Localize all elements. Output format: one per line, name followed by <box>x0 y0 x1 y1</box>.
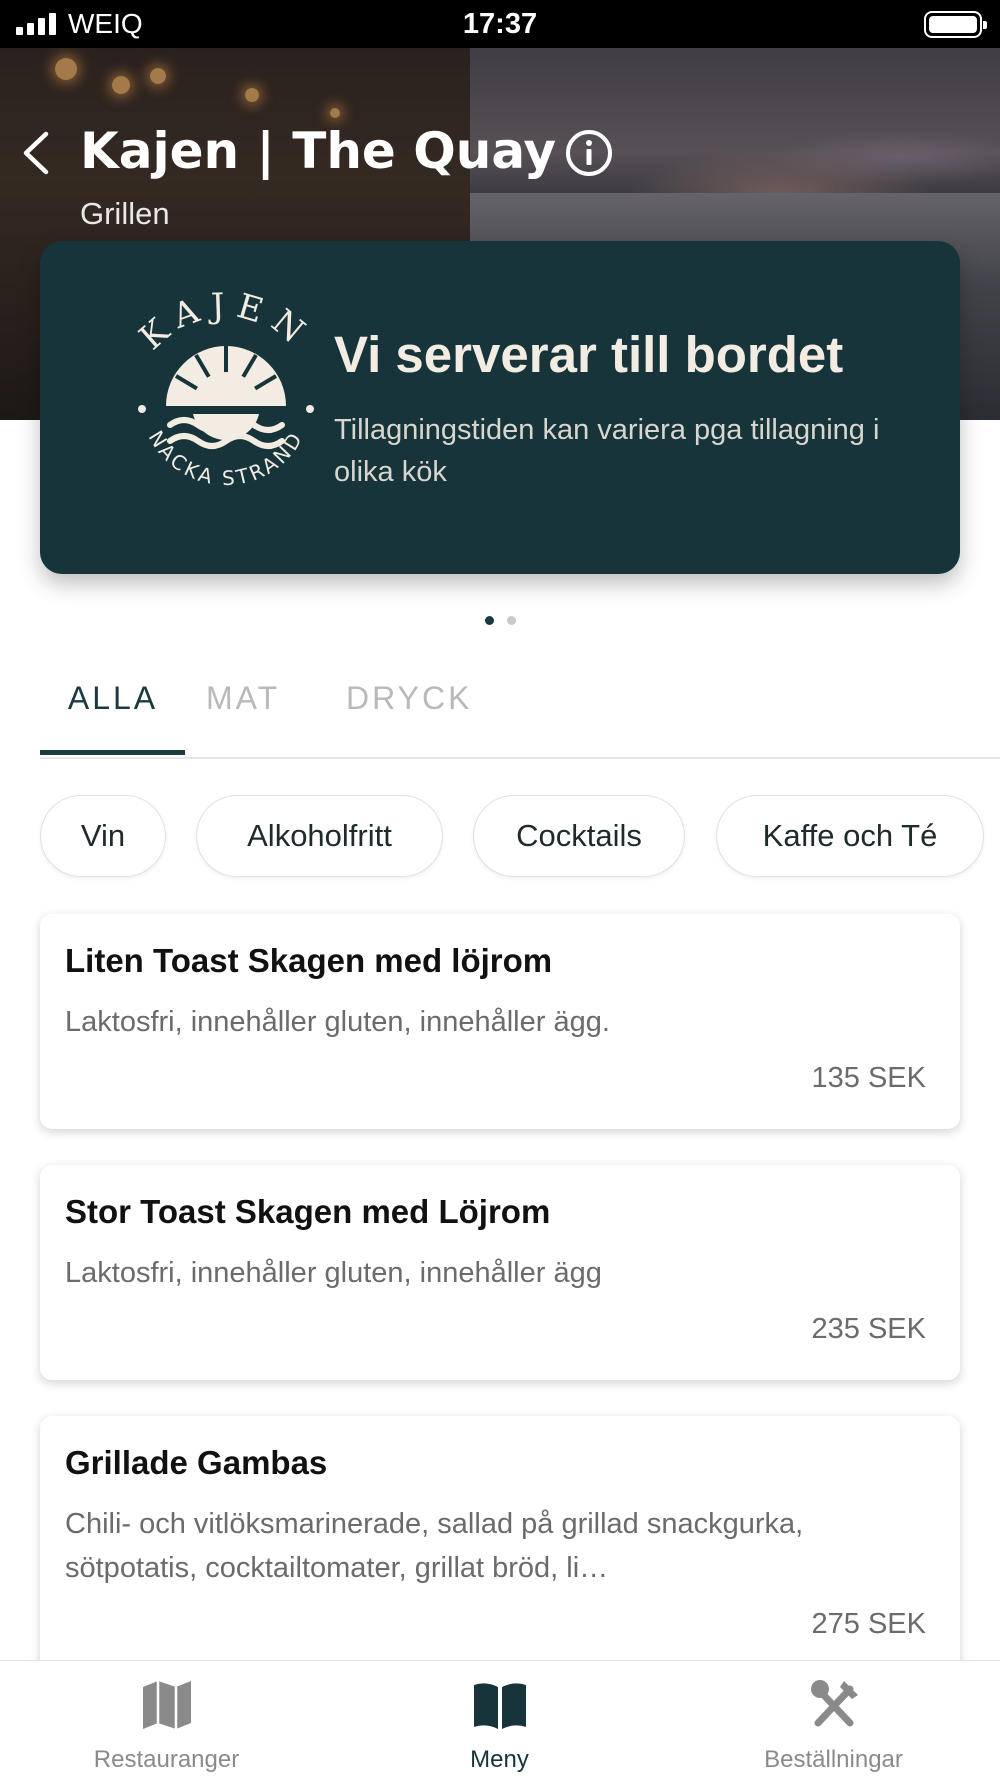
chip-kaffe-och-te[interactable]: Kaffe och Té <box>716 795 984 877</box>
active-tab-indicator <box>40 750 185 755</box>
map-icon <box>142 1681 191 1729</box>
item-name: Grillade Gambas <box>65 1444 328 1481</box>
menu-item-card[interactable]: Stor Toast Skagen med Löjrom Laktosfri, … <box>40 1165 960 1380</box>
item-name: Stor Toast Skagen med Löjrom <box>65 1193 551 1230</box>
tab-dryck[interactable]: DRYCK <box>346 672 472 756</box>
tab-alla[interactable]: ALLA <box>40 672 186 756</box>
status-bar: WEIQ 17:37 <box>0 0 1000 48</box>
tabs-divider <box>40 757 1000 759</box>
nav-label: Meny <box>470 1746 529 1773</box>
utensils-icon <box>810 1680 858 1727</box>
banner-text: Tillagningstiden kan variera pga tillagn… <box>334 414 880 488</box>
chip-alkoholfritt[interactable]: Alkoholfritt <box>196 795 443 877</box>
venue-title: Kajen | The Quay <box>80 122 557 180</box>
status-time: 17:37 <box>462 8 538 40</box>
item-price: 235 SEK <box>811 1313 926 1345</box>
category-tabs: ALLA MAT DRYCK <box>40 672 472 756</box>
nav-bestallningar[interactable]: Beställningar <box>667 1661 1000 1778</box>
info-icon[interactable] <box>564 128 614 178</box>
bottom-navigation: Restauranger Meny Beställningar <box>0 1660 1000 1778</box>
carousel-dots <box>0 616 1000 625</box>
book-icon <box>473 1683 526 1729</box>
menu-item-card[interactable]: Liten Toast Skagen med löjrom Laktosfri,… <box>40 914 960 1129</box>
back-chevron-icon[interactable] <box>16 128 60 178</box>
chip-vin[interactable]: Vin <box>40 795 166 877</box>
banner-title: Vi serverar till bordet <box>334 326 844 383</box>
nav-restauranger[interactable]: Restauranger <box>0 1661 333 1778</box>
item-name: Liten Toast Skagen med löjrom <box>65 942 553 979</box>
kajen-logo: KAJEN NACKA STRAND <box>132 291 314 490</box>
carousel-dot[interactable] <box>506 616 516 625</box>
item-price: 275 SEK <box>811 1608 926 1640</box>
menu-item-card[interactable]: Grillade Gambas Chili- och vitlöksmarine… <box>40 1416 960 1676</box>
carousel-dot-active[interactable] <box>484 616 494 625</box>
item-price: 135 SEK <box>811 1062 926 1094</box>
chip-cocktails[interactable]: Cocktails <box>473 795 685 877</box>
venue-subtitle: Grillen <box>80 196 170 231</box>
nav-meny[interactable]: Meny <box>333 1661 666 1778</box>
tab-mat[interactable]: MAT <box>206 672 306 756</box>
item-description: Chili- och vitlöksmarinerade, sallad på … <box>65 1508 804 1584</box>
battery-icon <box>924 11 987 38</box>
item-description: Laktosfri, innehåller gluten, innehåller… <box>65 1006 610 1038</box>
nav-label: Beställningar <box>764 1746 903 1773</box>
item-description: Laktosfri, innehåller gluten, innehåller… <box>65 1257 602 1289</box>
nav-label: Restauranger <box>93 1746 240 1773</box>
promo-banner[interactable]: KAJEN NACKA STRAND Vi serverar till bord… <box>40 241 960 574</box>
